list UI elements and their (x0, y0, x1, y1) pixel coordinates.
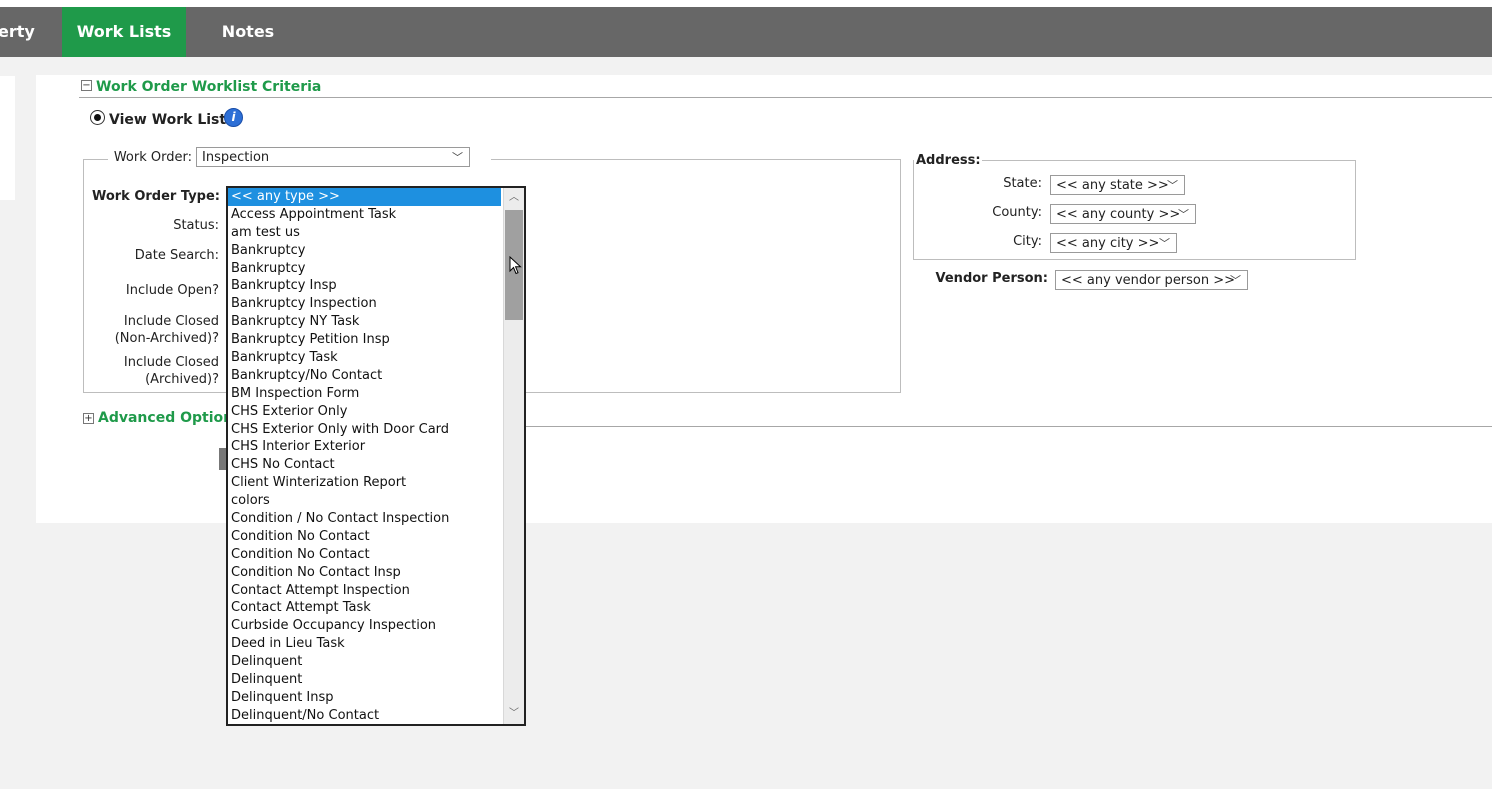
dropdown-option[interactable]: Bankruptcy NY Task (228, 313, 501, 331)
include-open-label: Include Open? (125, 283, 219, 298)
dropdown-option[interactable]: Delinquent Insp (228, 689, 501, 707)
include-closed-archived-label-2: (Archived)? (145, 372, 219, 387)
include-closed-nonarchived-label-1: Include Closed (123, 314, 219, 329)
chevron-down-icon: ﹀ (452, 151, 463, 164)
info-icon[interactable]: i (224, 108, 243, 127)
advanced-divider (526, 426, 1492, 427)
top-nav-bar: erty Work Lists Notes (0, 7, 1492, 57)
dropdown-option[interactable]: CHS No Contact (228, 456, 501, 474)
dropdown-option[interactable]: Delinquent (228, 653, 501, 671)
dropdown-option[interactable]: Bankruptcy (228, 260, 501, 278)
dropdown-option[interactable]: << any type >> (228, 188, 501, 206)
dropdown-option[interactable]: Condition / No Contact Inspection (228, 510, 501, 528)
dropdown-option[interactable]: Bankruptcy Task (228, 349, 501, 367)
address-legend: Address: (914, 153, 982, 171)
expand-advanced-icon[interactable]: + (83, 413, 94, 424)
dropdown-option[interactable]: Bankruptcy/No Contact (228, 367, 501, 385)
dropdown-option[interactable]: Curbside Occupancy Inspection (228, 617, 501, 635)
dropdown-option[interactable]: CHS Interior Exterior (228, 438, 501, 456)
scroll-down-icon[interactable]: ﹀ (504, 706, 524, 722)
state-select[interactable]: << any state >> ﹀ (1050, 175, 1185, 195)
status-label: Status: (173, 218, 219, 233)
dropdown-option[interactable]: Contact Attempt Task (228, 599, 501, 617)
vendor-person-select[interactable]: << any vendor person >> ﹀ (1055, 270, 1248, 290)
dropdown-option[interactable]: am test us (228, 224, 501, 242)
dropdown-option[interactable]: Condition No Contact Insp (228, 564, 501, 582)
county-label: County: (992, 205, 1042, 220)
dropdown-option[interactable]: Condition No Contact (228, 546, 501, 564)
county-select[interactable]: << any county >> ﹀ (1050, 204, 1196, 224)
tab-work-lists[interactable]: Work Lists (62, 7, 186, 57)
dropdown-option[interactable]: CHS Exterior Only (228, 403, 501, 421)
criteria-title[interactable]: Work Order Worklist Criteria (96, 79, 321, 95)
county-select-value: << any county >> (1056, 207, 1181, 222)
view-work-lists-label: View Work Lists (109, 112, 235, 128)
work-order-type-label: Work Order Type: (91, 189, 220, 204)
dropdown-option[interactable]: CHS Exterior Only with Door Card (228, 421, 501, 439)
vendor-person-label: Vendor Person: (935, 271, 1048, 286)
criteria-divider (79, 97, 1492, 98)
vendor-person-select-value: << any vendor person >> (1061, 273, 1236, 288)
state-label: State: (1003, 176, 1042, 191)
dropdown-option[interactable]: colors (228, 492, 501, 510)
dropdown-option[interactable]: Bankruptcy Petition Insp (228, 331, 501, 349)
dropdown-option[interactable]: Bankruptcy (228, 242, 501, 260)
chevron-down-icon: ﹀ (1167, 179, 1178, 192)
dropdown-option[interactable]: Delinquent/No Contact (228, 707, 501, 724)
top-strip (0, 0, 1492, 7)
left-panel (0, 76, 15, 200)
tab-notes[interactable]: Notes (186, 7, 310, 57)
city-select-value: << any city >> (1056, 236, 1160, 251)
work-order-label: Work Order: (113, 150, 192, 165)
scroll-up-icon[interactable]: ︿ (504, 190, 524, 206)
dropdown-option[interactable]: Condition No Contact (228, 528, 501, 546)
chevron-down-icon: ﹀ (1159, 237, 1170, 250)
include-closed-nonarchived-label-2: (Non-Archived)? (114, 331, 219, 346)
tab-property[interactable]: erty (0, 7, 50, 57)
chevron-down-icon: ﹀ (1178, 208, 1189, 221)
dropdown-option[interactable]: Client Winterization Report (228, 474, 501, 492)
state-select-value: << any state >> (1056, 178, 1169, 193)
advanced-options-title[interactable]: Advanced Options (98, 410, 241, 426)
work-order-type-dropdown[interactable]: << any type >> Access Appointment Task am … (226, 186, 526, 726)
dropdown-option[interactable]: Contact Attempt Inspection (228, 582, 501, 600)
dropdown-option[interactable]: Access Appointment Task (228, 206, 501, 224)
chevron-down-icon: ﹀ (1230, 274, 1241, 287)
dropdown-option[interactable]: Bankruptcy Insp (228, 277, 501, 295)
date-search-label: Date Search: (134, 248, 219, 263)
work-order-select[interactable]: Inspection ﹀ (196, 147, 470, 167)
include-closed-archived-label-1: Include Closed (123, 355, 219, 370)
dropdown-option[interactable]: Delinquent (228, 671, 501, 689)
collapse-criteria-icon[interactable]: − (81, 80, 92, 91)
work-order-select-value: Inspection (202, 150, 270, 165)
dropdown-option[interactable]: Bankruptcy Inspection (228, 295, 501, 313)
city-label: City: (1013, 234, 1042, 249)
dropdown-option[interactable]: Deed in Lieu Task (228, 635, 501, 653)
dropdown-option[interactable]: BM Inspection Form (228, 385, 501, 403)
work-order-type-options: << any type >> Access Appointment Task am … (228, 188, 524, 724)
city-select[interactable]: << any city >> ﹀ (1050, 233, 1177, 253)
view-work-lists-radio[interactable] (90, 110, 105, 125)
mouse-cursor-icon (509, 256, 522, 275)
